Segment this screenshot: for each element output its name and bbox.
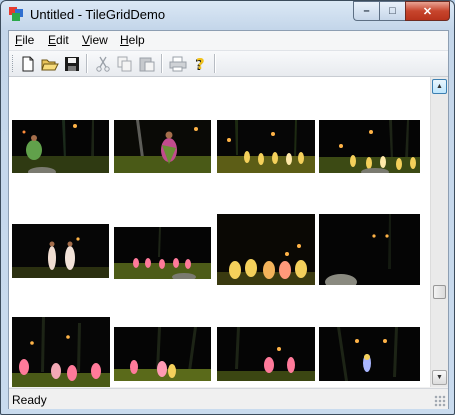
paste-icon	[139, 57, 155, 71]
image-tile[interactable]	[319, 327, 420, 381]
vertical-scrollbar[interactable]: ▲ ▼	[430, 77, 448, 387]
help-question-icon: ??	[195, 56, 205, 72]
svg-text:?: ?	[196, 56, 205, 72]
image-tile[interactable]	[12, 317, 110, 387]
save-button[interactable]	[62, 54, 82, 73]
toolbar: ??	[9, 51, 448, 77]
new-button[interactable]	[18, 54, 38, 73]
scroll-thumb[interactable]	[433, 285, 446, 299]
application-window: Untitled - TileGridDemo – □ ✕ File Edit …	[0, 0, 455, 415]
menu-bar: File Edit View Help	[9, 31, 448, 51]
size-grip[interactable]	[434, 395, 446, 407]
image-tile[interactable]	[114, 120, 211, 173]
help-button[interactable]: ??	[190, 54, 210, 73]
open-folder-icon	[41, 59, 59, 70]
image-tile[interactable]	[217, 214, 315, 285]
toolbar-grip[interactable]	[12, 55, 16, 72]
image-tile[interactable]	[217, 120, 315, 173]
paste-button[interactable]	[137, 54, 157, 73]
menu-view[interactable]: View	[82, 33, 108, 47]
menu-help[interactable]: Help	[120, 33, 145, 47]
client-area: File Edit View Help ? ? ▲ ▼ Ready	[8, 30, 449, 409]
image-tile[interactable]	[12, 120, 109, 173]
toolbar-separator	[86, 54, 88, 73]
image-tile[interactable]	[319, 214, 420, 285]
print-button[interactable]	[168, 54, 188, 73]
new-document-icon	[22, 56, 34, 71]
menu-edit[interactable]: Edit	[48, 33, 69, 47]
status-text: Ready	[12, 393, 47, 407]
title-bar[interactable]: Untitled - TileGridDemo – □ ✕	[1, 1, 454, 29]
menu-file[interactable]: File	[15, 33, 34, 47]
scroll-down-button[interactable]: ▼	[432, 370, 447, 385]
image-tile[interactable]	[114, 227, 211, 279]
print-icon	[169, 56, 187, 71]
image-tile[interactable]	[12, 224, 109, 278]
maximize-button[interactable]: □	[379, 1, 405, 21]
copy-button[interactable]	[115, 54, 135, 73]
minimize-icon: –	[363, 5, 370, 17]
image-tile[interactable]	[114, 327, 211, 381]
scroll-up-arrow-icon: ▲	[436, 83, 443, 90]
tile-grid-view[interactable]	[9, 77, 430, 387]
close-icon: ✕	[422, 5, 433, 18]
image-tile[interactable]	[217, 327, 315, 381]
image-tile[interactable]	[319, 120, 420, 173]
maximize-icon: □	[389, 5, 396, 17]
scroll-down-arrow-icon: ▼	[436, 374, 443, 381]
status-bar: Ready	[9, 388, 448, 409]
app-icon[interactable]	[8, 6, 24, 22]
scroll-up-button[interactable]: ▲	[432, 79, 447, 94]
save-disk-icon	[65, 56, 79, 71]
copy-icon	[117, 56, 132, 71]
open-button[interactable]	[40, 54, 60, 73]
cut-button[interactable]	[93, 54, 113, 73]
window-title: Untitled - TileGridDemo	[30, 7, 166, 22]
minimize-button[interactable]: –	[353, 1, 379, 21]
toolbar-separator	[161, 54, 163, 73]
close-button[interactable]: ✕	[405, 1, 450, 21]
toolbar-separator	[214, 54, 216, 73]
cut-scissors-icon	[96, 56, 110, 72]
